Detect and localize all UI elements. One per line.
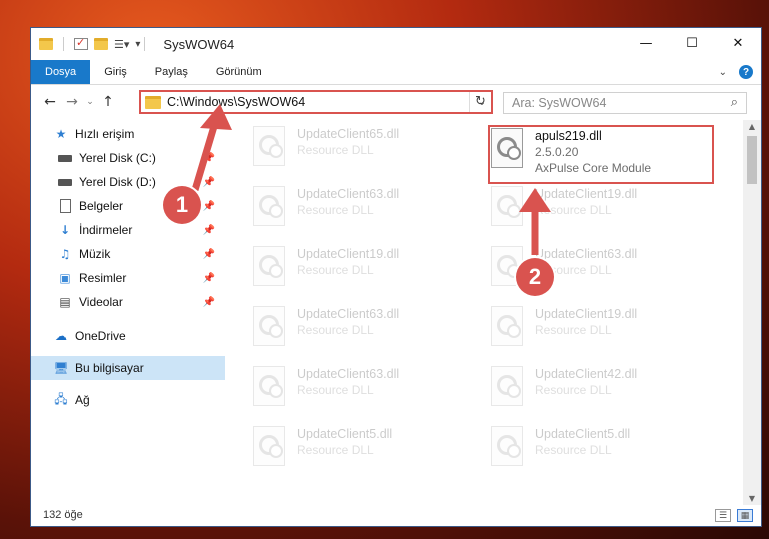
callout-1: 1 [163, 186, 201, 224]
annotation-arrows [191, 104, 551, 255]
arrow-1-shaft [191, 121, 219, 192]
arrow-1-head [200, 104, 232, 130]
arrow-2-head [519, 188, 551, 212]
callout-2: 2 [516, 258, 554, 296]
